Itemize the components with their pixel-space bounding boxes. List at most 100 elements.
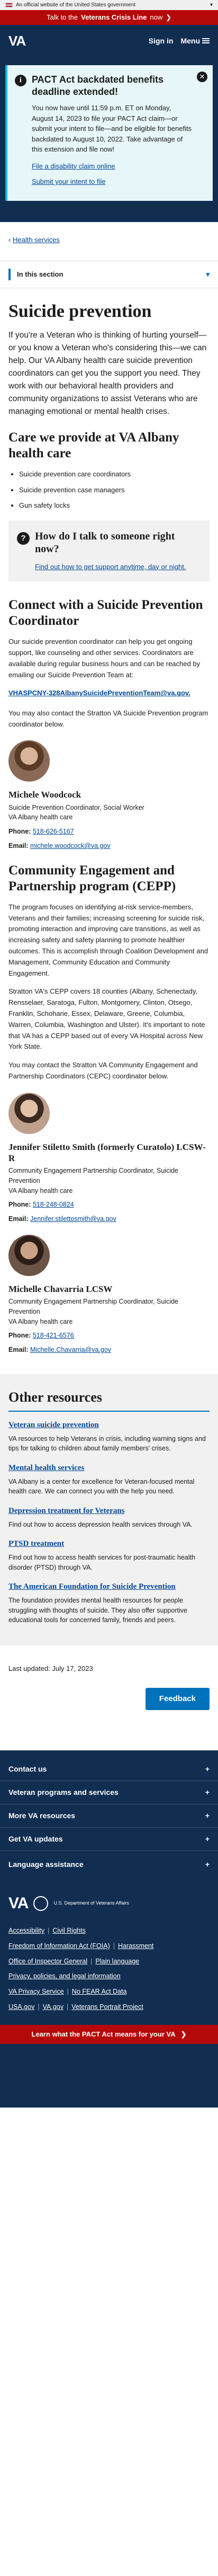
phone-link[interactable]: 518-248-0824 [33, 1201, 74, 1208]
footer-logo[interactable]: VA U.S. Department of Veterans Affairs [0, 1878, 218, 1926]
callout-title: How do I talk to someone right now? [35, 530, 175, 555]
staff-title: Community Engagement Partnership Coordin… [8, 1298, 179, 1315]
gov-banner-text: An official website of the United States… [16, 2, 136, 8]
page-title: Suicide prevention [8, 302, 152, 321]
staff-card: Jennifer Stiletto Smith (formerly Curato… [8, 1092, 210, 1224]
email-label: Email: [8, 1346, 29, 1354]
chevron-left-icon: ‹ [8, 235, 11, 244]
va-logo[interactable]: VA [8, 31, 26, 51]
staff-card: Michele Woodcock Suicide Prevention Coor… [8, 740, 210, 851]
info-icon: i [15, 75, 26, 86]
resource-link[interactable]: PTSD treatment [8, 1539, 210, 1550]
staff-phone: Phone: 518-248-0824 [8, 1200, 210, 1210]
alert-wrap: i ✕ PACT Act backdated benefits deadline… [0, 57, 218, 222]
footer-language-assistance[interactable]: Language assistance + [0, 1851, 218, 1878]
in-this-section-menu[interactable]: In this section ▾ [0, 261, 218, 288]
section-mark [8, 269, 11, 280]
last-updated: Last updated: July 17, 2023 [8, 1665, 93, 1673]
chevron-down-icon: ▾ [206, 270, 210, 279]
site-header: VA Sign in Menu [0, 25, 218, 57]
resource-desc: Find out how to access health services f… [8, 1553, 195, 1571]
footer-link-label: Veteran programs and services [8, 1788, 119, 1797]
plus-icon: + [205, 1835, 210, 1844]
footer-more-resources[interactable]: More VA resources + [0, 1804, 218, 1828]
crisis-line-bar[interactable]: Talk to the Veterans Crisis Line now ❯ [0, 10, 218, 25]
staff-org: VA Albany health care [8, 1317, 73, 1325]
staff-title: Community Engagement Partnership Coordin… [8, 1167, 179, 1184]
footer-link[interactable]: Privacy, policies, and legal information [8, 1972, 121, 1980]
plus-icon: + [205, 1860, 210, 1869]
menu-button[interactable]: Menu [180, 36, 210, 47]
file-claim-link[interactable]: File a disability claim online [16, 161, 193, 172]
phone-link[interactable]: 518-421-6576 [33, 1332, 74, 1339]
footer-link[interactable]: USA.gov [8, 2003, 34, 2011]
site-footer: Contact us + Veteran programs and service… [0, 1750, 218, 2108]
resource-link[interactable]: Depression treatment for Veterans [8, 1506, 210, 1517]
footer-get-updates[interactable]: Get VA updates + [0, 1828, 218, 1852]
crisis-bold: Veterans Crisis Line [81, 13, 147, 22]
other-resources: Other resources Veteran suicide preventi… [0, 1374, 218, 1646]
seal-icon [33, 1896, 49, 1911]
other-heading: Other resources [8, 1389, 210, 1412]
email-link[interactable]: Jennifer.stilettosmith@va.gov [30, 1215, 116, 1223]
resource-item: The American Foundation for Suicide Prev… [8, 1582, 210, 1625]
va-logo: VA [8, 1895, 29, 1913]
footer-veteran-programs[interactable]: Veteran programs and services + [0, 1781, 218, 1805]
footer-link-label: Get VA updates [8, 1835, 63, 1844]
staff-org: VA Albany health care [8, 813, 73, 821]
staff-name: Michele Woodcock [8, 790, 81, 800]
footer-link[interactable]: Office of Inspector General [8, 1958, 87, 1965]
menu-label: Menu [180, 36, 200, 45]
main-content: Suicide prevention If you're a Veteran w… [0, 301, 218, 1688]
pact-act-text: Learn what the PACT Act means for your V… [31, 2030, 176, 2038]
footer-link[interactable]: Veterans Portrait Project [71, 2003, 143, 2011]
connect-body: Our suicide prevention coordinator can h… [8, 638, 201, 679]
alert-title: PACT Act backdated benefits deadline ext… [32, 74, 164, 97]
intent-to-file-link[interactable]: Submit your intent to file [16, 176, 193, 187]
footer-link[interactable]: VA.gov [43, 2003, 63, 2011]
footer-link-label: Contact us [8, 1765, 47, 1774]
close-icon[interactable]: ✕ [197, 72, 207, 82]
connect-body-2: You may also contact the Stratton VA Sui… [8, 709, 208, 728]
plus-icon: + [205, 1788, 210, 1797]
lead-paragraph: If you're a Veteran who is thinking of h… [8, 331, 207, 417]
staff-title: Suicide Prevention Coordinator, Social W… [8, 803, 144, 811]
us-flag-icon [5, 3, 13, 7]
breadcrumb-health-services[interactable]: Health services [13, 236, 60, 244]
staff-name: Jennifer Stiletto Smith (formerly Curato… [8, 1141, 206, 1163]
resource-desc: The foundation provides mental health re… [8, 1596, 187, 1624]
team-email-link[interactable]: VHASPCNY-328AlbanySuicidePreventionTeam@… [8, 688, 210, 698]
footer-link[interactable]: Freedom of Information Act (FOIA) [8, 1942, 110, 1950]
resource-link[interactable]: The American Foundation for Suicide Prev… [8, 1582, 210, 1592]
question-icon: ? [17, 532, 30, 545]
email-link[interactable]: michele.woodcock@va.gov [30, 842, 111, 849]
signin-button[interactable]: Sign in [149, 36, 174, 47]
footer-contact-us[interactable]: Contact us + [0, 1758, 218, 1782]
resource-link[interactable]: Veteran suicide prevention [8, 1420, 210, 1431]
cepp-body-2: Stratton VA's CEPP covers 18 counties (A… [8, 987, 205, 1051]
staff-email: Email: Michelle.Chavarria@va.gov [8, 1345, 210, 1355]
resource-desc: VA resources to help Veterans in crisis,… [8, 1435, 206, 1453]
footer-link[interactable]: Civil Rights [52, 1927, 86, 1934]
in-section-label: In this section [17, 270, 63, 279]
feedback-button[interactable]: Feedback [145, 1687, 210, 1711]
staff-email: Email: Jennifer.stilettosmith@va.gov [8, 1214, 210, 1224]
phone-link[interactable]: 518-626-5167 [33, 828, 74, 835]
arrow-right-icon: ❯ [180, 2030, 187, 2038]
footer-link[interactable]: No FEAR Act Data [72, 1988, 127, 1995]
footer-link[interactable]: VA Privacy Service [8, 1988, 64, 1995]
email-link[interactable]: Michelle.Chavarria@va.gov [30, 1346, 111, 1353]
resource-link[interactable]: Mental health services [8, 1463, 210, 1474]
footer-link[interactable]: Accessibility [8, 1927, 44, 1934]
footer-link[interactable]: Plain language [95, 1958, 139, 1965]
pact-act-bar[interactable]: Learn what the PACT Act means for your V… [0, 2024, 218, 2044]
staff-org: VA Albany health care [8, 1187, 73, 1194]
cepp-body-3: You may contact the Stratton VA Communit… [8, 1061, 198, 1080]
callout-link[interactable]: Find out how to get support anytime, day… [35, 562, 201, 572]
footer-link[interactable]: Harassment [118, 1942, 153, 1950]
connect-heading: Connect with a Suicide Prevention Coordi… [8, 598, 203, 628]
avatar [8, 740, 50, 782]
gov-banner[interactable]: An official website of the United States… [0, 0, 218, 10]
resource-item: Depression treatment for Veterans Find o… [8, 1506, 210, 1529]
resource-desc: VA Albany is a center for excellence for… [8, 1477, 195, 1495]
